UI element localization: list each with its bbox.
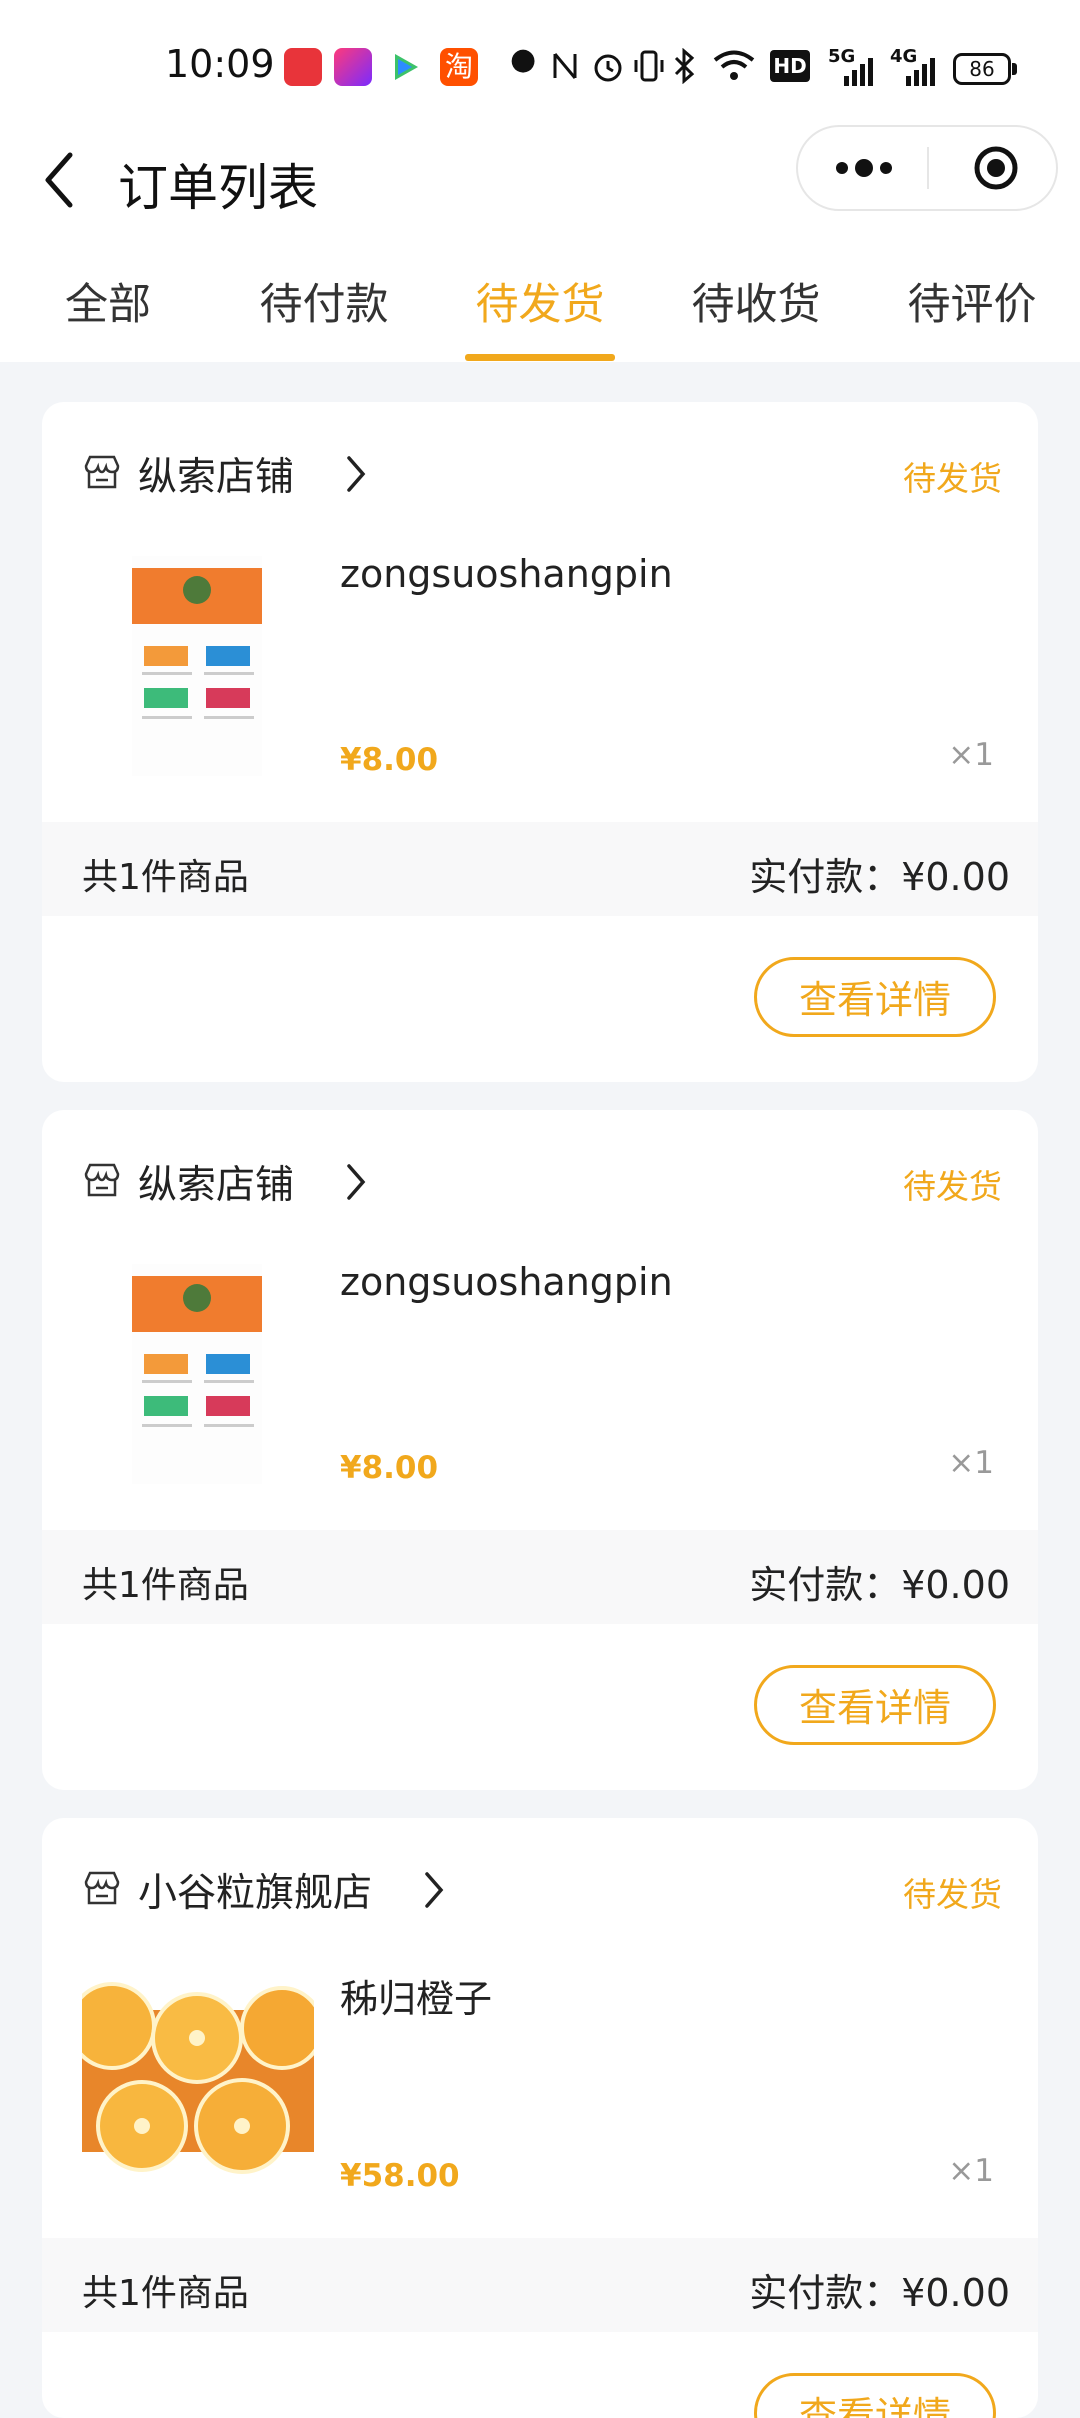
close-miniprogram-icon[interactable] <box>974 146 1018 190</box>
taobao-app-icon: 淘 <box>440 48 478 86</box>
order-card: 纵索店铺 待发货 zongsuoshangpin ¥8.00 ×1 共1件商品 … <box>42 1110 1038 1790</box>
store-icon <box>84 455 120 489</box>
dot-icon: ● <box>510 42 537 77</box>
product-thumbnail[interactable] <box>68 1966 324 2198</box>
status-bar: 10:09 淘 ● HD 5G 4G 86 <box>0 0 1080 120</box>
paid-amount: 实付款：¥0.00 <box>749 1563 1010 1607</box>
item-count: 共1件商品 <box>82 2273 249 2314</box>
capsule-divider <box>927 147 929 189</box>
shop-header[interactable]: 小谷粒旗舰店 待发货 <box>82 1862 1002 1922</box>
shop-name: 纵索店铺 <box>138 455 295 500</box>
tab-pending-review[interactable]: 待评价 <box>872 270 1072 332</box>
item-count: 共1件商品 <box>82 857 249 898</box>
store-icon <box>84 1163 120 1197</box>
product-thumbnail[interactable] <box>82 1258 314 1490</box>
order-summary: 共1件商品 实付款：¥0.00 <box>42 822 1038 916</box>
nav-bar: 订单列表 <box>0 120 1080 240</box>
tencent-video-app-icon <box>388 50 422 84</box>
signal-5g-icon <box>844 58 873 86</box>
shop-name: 小谷粒旗舰店 <box>138 1871 373 1916</box>
alarm-icon <box>594 54 622 82</box>
order-status-tabs: 全部 待付款 待发货 待收货 待评价 <box>0 240 1080 362</box>
page-title: 订单列表 <box>118 159 318 217</box>
battery-icon: 86 <box>953 53 1017 85</box>
tab-pending-shipment[interactable]: 待发货 <box>440 270 640 332</box>
order-status: 待发货 <box>903 1167 1002 1206</box>
product-quantity: ×1 <box>948 1445 994 1481</box>
order-status: 待发货 <box>903 1875 1002 1914</box>
alipay-app-icon <box>284 48 322 86</box>
chevron-right-icon <box>347 1164 366 1200</box>
mini-program-capsule <box>796 125 1058 211</box>
tab-all[interactable]: 全部 <box>8 270 208 332</box>
shop-header[interactable]: 纵索店铺 待发货 <box>82 1154 1002 1214</box>
paid-amount: 实付款：¥0.00 <box>749 855 1010 899</box>
chevron-right-icon <box>425 1872 444 1908</box>
vibrate-icon <box>634 50 664 82</box>
product-name[interactable]: 秭归橙子 <box>340 1968 492 2023</box>
product-price: ¥8.00 <box>340 1450 439 1486</box>
product-quantity: ×1 <box>948 737 994 773</box>
wifi-icon <box>713 50 755 80</box>
order-status: 待发货 <box>903 459 1002 498</box>
view-details-button[interactable]: 查看详情 <box>754 957 996 1037</box>
chevron-right-icon <box>347 456 366 492</box>
product-price: ¥58.00 <box>340 2158 460 2194</box>
order-card: 小谷粒旗舰店 待发货 秭归橙子 ¥58.00 ×1 共1件商品 实付款：¥0.0… <box>42 1818 1038 2418</box>
back-arrow-icon[interactable] <box>40 145 80 215</box>
video-app-icon <box>334 48 372 86</box>
item-count: 共1件商品 <box>82 1565 249 1606</box>
view-details-button[interactable]: 查看详情 <box>754 1665 996 1745</box>
hd-icon: HD <box>770 50 810 82</box>
order-summary: 共1件商品 实付款：¥0.00 <box>42 1530 1038 1624</box>
bluetooth-icon <box>674 48 695 84</box>
shop-name: 纵索店铺 <box>138 1163 295 1208</box>
product-name[interactable]: zongsuoshangpin <box>340 552 673 596</box>
order-card: 纵索店铺 待发货 zongsuoshangpin ¥8.00 ×1 共1件商品 … <box>42 402 1038 1082</box>
active-tab-indicator <box>465 354 615 361</box>
store-icon <box>84 1871 120 1905</box>
view-details-button[interactable]: 查看详情 <box>754 2373 996 2418</box>
nfc-icon <box>553 53 577 79</box>
tab-pending-receipt[interactable]: 待收货 <box>656 270 856 332</box>
shop-header[interactable]: 纵索店铺 待发货 <box>82 446 1002 506</box>
product-quantity: ×1 <box>948 2153 994 2189</box>
product-name[interactable]: zongsuoshangpin <box>340 1260 673 1304</box>
tab-pending-payment[interactable]: 待付款 <box>224 270 424 332</box>
paid-amount: 实付款：¥0.00 <box>749 2271 1010 2315</box>
order-summary: 共1件商品 实付款：¥0.00 <box>42 2238 1038 2332</box>
product-price: ¥8.00 <box>340 742 439 778</box>
more-menu-icon[interactable] <box>832 155 896 181</box>
status-time: 10:09 <box>165 42 275 86</box>
signal-4g-icon <box>906 58 935 86</box>
product-thumbnail[interactable] <box>82 550 314 782</box>
